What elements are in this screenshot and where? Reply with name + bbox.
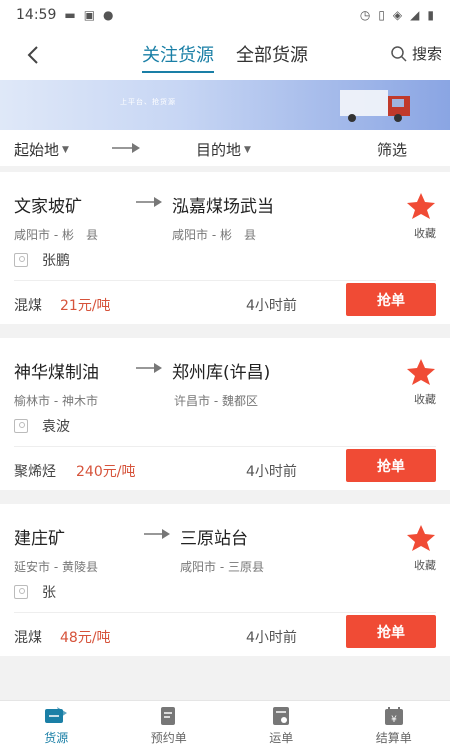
origin-region: 咸阳市 - 彬 县: [14, 228, 98, 242]
truck-icon: [340, 90, 410, 122]
person-icon: [14, 253, 28, 267]
origin-name: 建庄矿: [14, 529, 65, 549]
bottom-tab-waybills[interactable]: 运单: [225, 701, 338, 750]
bottom-tab-label: 预约单: [150, 731, 187, 745]
search-label: 搜索: [411, 45, 442, 63]
grab-order-button[interactable]: 抢单: [346, 283, 436, 316]
search-button[interactable]: 搜索: [390, 43, 442, 64]
person-icon: [14, 419, 28, 433]
star-icon[interactable]: [406, 524, 436, 552]
destination-region: 咸阳市 - 三原县: [180, 560, 264, 574]
arrow-right-icon: [144, 529, 170, 539]
tab-followed-sources[interactable]: 关注货源: [142, 37, 214, 73]
reservation-icon: [160, 707, 175, 725]
destination-region: 许昌市 - 魏都区: [174, 394, 258, 408]
list-item[interactable]: 建庄矿 三原站台 收藏 延安市 - 黄陵县 咸阳市 - 三原县 张 混煤 48元…: [0, 504, 450, 656]
vibrate-icon: ▯: [378, 8, 385, 22]
destination-region: 咸阳市 - 彬 县: [172, 228, 256, 242]
notification-icon: ▬: [64, 8, 76, 22]
star-icon[interactable]: [406, 192, 436, 220]
waybill-icon: [273, 707, 290, 725]
arrow-right-icon: [136, 363, 162, 373]
divider: [14, 446, 436, 447]
settlement-icon: ¥: [384, 707, 403, 725]
promo-banner[interactable]: 上平台、抢货源: [0, 80, 450, 130]
back-icon[interactable]: [18, 40, 48, 70]
bottom-tab-reservations[interactable]: 预约单: [113, 701, 226, 750]
destination-name: 郑州库(许昌): [172, 363, 271, 383]
tab-all-sources[interactable]: 全部货源: [236, 37, 308, 73]
cargo-source-icon: [45, 707, 68, 723]
bottom-nav: 货源 预约单 运单 ¥ 结算单: [0, 700, 450, 750]
cargo-type: 聚烯烃: [14, 464, 56, 480]
banner-text: 上平台、抢货源: [120, 98, 176, 106]
bottom-tab-label: 运单: [269, 731, 294, 745]
image-icon: ▣: [83, 8, 96, 22]
bottom-tab-label: 结算单: [375, 731, 412, 745]
price: 48元/吨: [60, 630, 111, 646]
filter-label: 筛选: [377, 141, 408, 159]
wifi-icon: ◈: [392, 8, 403, 22]
bottom-tab-settlements[interactable]: ¥ 结算单: [338, 701, 450, 750]
status-time: 14:59: [16, 7, 57, 23]
star-icon[interactable]: [406, 358, 436, 386]
origin-name: 文家坡矿: [14, 197, 82, 217]
origin-dropdown[interactable]: 起始地 ▼: [14, 139, 69, 160]
destination-dropdown[interactable]: 目的地 ▼: [196, 139, 251, 160]
destination-name: 三原站台: [180, 529, 248, 549]
post-time: 4小时前: [246, 630, 297, 646]
destination-label: 目的地: [196, 141, 242, 159]
caret-down-icon: ▼: [244, 144, 251, 155]
cargo-type: 混煤: [14, 298, 42, 314]
origin-label: 起始地: [14, 141, 60, 159]
divider: [14, 612, 436, 613]
source-tabs: 关注货源 全部货源: [142, 37, 308, 73]
contact-name: 张鹏: [42, 253, 70, 269]
top-nav: 关注货源 全部货源 搜索: [0, 30, 450, 80]
svg-text:¥: ¥: [391, 715, 397, 725]
destination-name: 泓嘉煤场武当: [172, 197, 274, 217]
list-item[interactable]: 神华煤制油 郑州库(许昌) 收藏 榆林市 - 神木市 许昌市 - 魏都区 袁波 …: [0, 338, 450, 490]
arrow-right-icon: [112, 143, 140, 153]
list-item[interactable]: 文家坡矿 泓嘉煤场武当 收藏 咸阳市 - 彬 县 咸阳市 - 彬 县 张鹏 混煤…: [0, 172, 450, 324]
filter-bar: 起始地 ▼ 目的地 ▼ 筛选: [0, 130, 450, 166]
contact: 张: [14, 582, 56, 602]
origin-region: 榆林市 - 神木市: [14, 394, 98, 408]
collect-label[interactable]: 收藏: [414, 391, 436, 407]
grab-order-button[interactable]: 抢单: [346, 449, 436, 482]
person-icon: [14, 585, 28, 599]
caret-down-icon: ▼: [62, 144, 69, 155]
signal-icon: ◢: [410, 8, 420, 22]
bottom-tab-label: 货源: [44, 731, 69, 745]
cargo-type: 混煤: [14, 630, 42, 646]
origin-name: 神华煤制油: [14, 363, 99, 383]
search-icon: [391, 45, 407, 62]
origin-region: 延安市 - 黄陵县: [14, 560, 98, 574]
bottom-tab-sources[interactable]: 货源: [0, 701, 113, 750]
collect-label[interactable]: 收藏: [414, 557, 436, 573]
grab-order-button[interactable]: 抢单: [346, 615, 436, 648]
price: 21元/吨: [60, 298, 111, 314]
filter-button[interactable]: 筛选: [377, 139, 407, 160]
alarm-icon: ◷: [359, 8, 371, 22]
post-time: 4小时前: [246, 298, 297, 314]
battery-icon: ▮: [427, 8, 434, 22]
contact: 张鹏: [14, 250, 70, 270]
collect-label[interactable]: 收藏: [414, 225, 436, 241]
price: 240元/吨: [76, 464, 136, 480]
contact: 袁波: [14, 416, 70, 436]
divider: [14, 280, 436, 281]
contact-name: 袁波: [42, 419, 70, 435]
post-time: 4小时前: [246, 464, 297, 480]
location-icon: ●: [103, 8, 114, 22]
arrow-right-icon: [136, 197, 162, 207]
status-bar: 14:59 ▬ ▣ ● ◷ ▯ ◈ ◢ ▮: [0, 0, 450, 30]
contact-name: 张: [42, 585, 56, 601]
